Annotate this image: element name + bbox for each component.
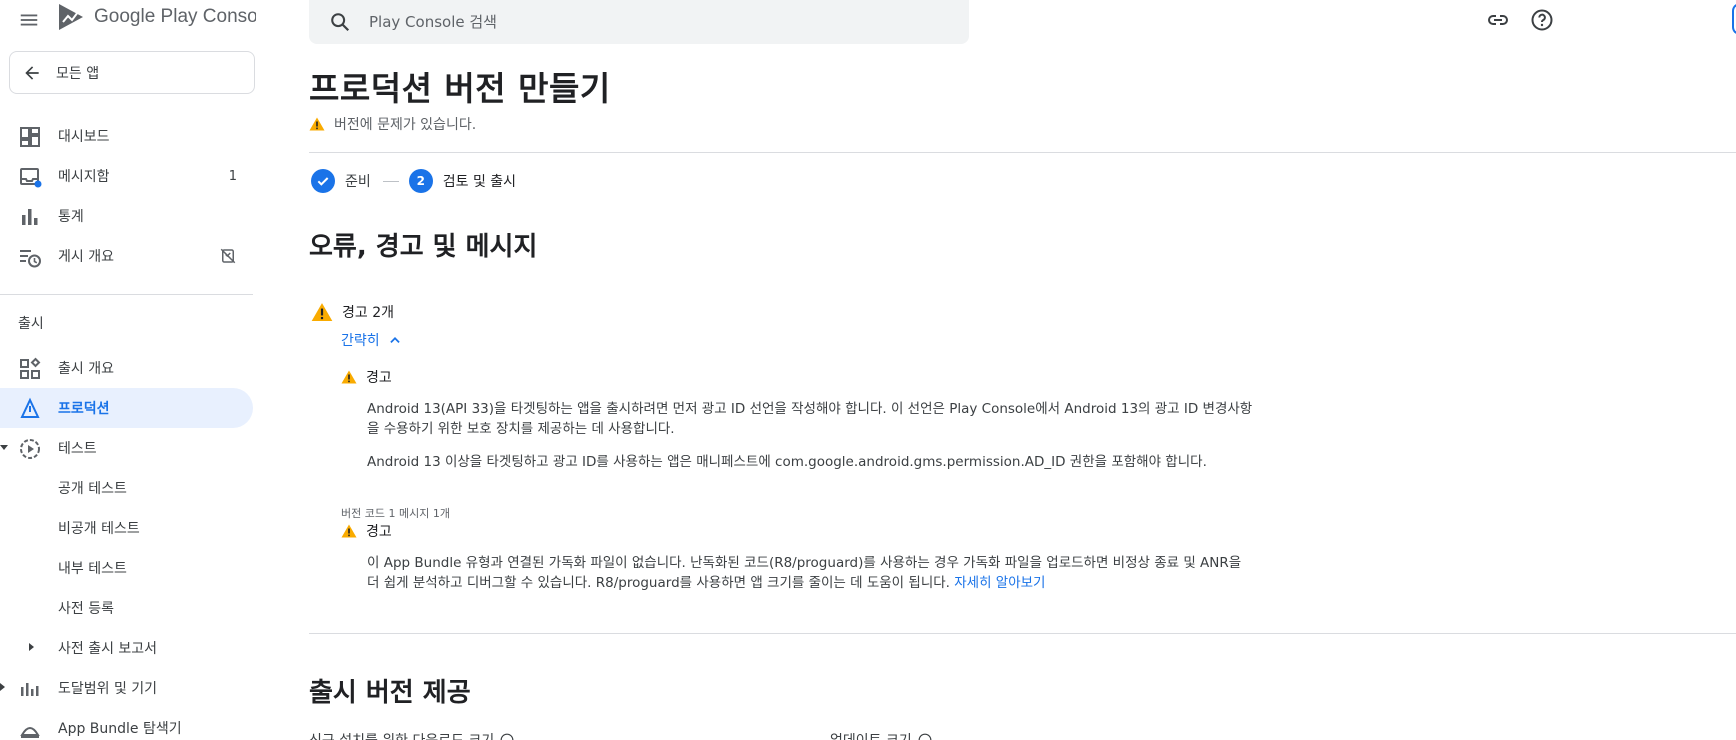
warning-icon	[309, 117, 325, 131]
warning-icon	[311, 303, 333, 321]
dashboard-icon	[20, 127, 40, 147]
sidebar-item-reach-and-devices[interactable]: 도달범위 및 기기	[0, 668, 253, 708]
warning-2-body: 이 App Bundle 유형과 연결된 가독화 파일이 없습니다. 난독화된 …	[367, 555, 1242, 591]
search-input[interactable]	[369, 13, 909, 31]
schedule-list-icon	[20, 250, 41, 268]
reach-devices-icon	[21, 683, 39, 696]
sidebar-item-testing[interactable]: 테스트	[0, 428, 253, 468]
sidebar-item-label: 출시 개요	[58, 361, 114, 377]
warning-1-paragraph-1: Android 13(API 33)을 타겟팅하는 앱을 출시하려면 먼저 광고…	[367, 401, 1253, 437]
sidebar-item-dashboard[interactable]: 대시보드	[0, 116, 253, 156]
warning-2-title: 경고	[366, 524, 392, 540]
sidebar-item-publishing-overview[interactable]: 게시 개요	[0, 236, 253, 276]
warning-1-paragraph-2: Android 13 이상을 타겟팅하고 광고 ID를 사용하는 앱은 매니페스…	[367, 454, 1207, 470]
menu-icon[interactable]	[18, 9, 40, 31]
sidebar-item-label: 내부 테스트	[58, 561, 127, 577]
step-1-done[interactable]	[311, 169, 335, 193]
play-console-app: Google Play Console 모든 앱 대시보드 메시지함 1 통계 …	[0, 0, 1736, 740]
page-title: 프로덕션 버전 만들기	[309, 69, 611, 108]
managed-publishing-off-icon[interactable]	[219, 247, 237, 265]
download-size-label: 신규 설치를 위한 다운로드 크기	[309, 730, 514, 740]
section-divider	[309, 633, 1736, 634]
link-icon[interactable]	[1486, 8, 1510, 32]
all-apps-label: 모든 앱	[56, 65, 100, 82]
inbox-icon	[20, 168, 42, 188]
sidebar-item-release-overview[interactable]: 출시 개요	[0, 348, 253, 388]
warnings-summary: 경고 2개	[311, 302, 394, 322]
delivery-section-title: 출시 버전 제공	[309, 678, 471, 708]
warning-2-text: 이 App Bundle 유형과 연결된 가독화 파일이 없습니다. 난독화된 …	[367, 553, 1257, 593]
collapse-label: 간략히	[341, 333, 380, 349]
sidebar-item-label: 비공개 테스트	[58, 521, 140, 537]
sidebar-item-open-testing[interactable]: 공개 테스트	[0, 468, 253, 508]
help-icon[interactable]	[918, 733, 932, 740]
warning-2-header: 경고	[341, 521, 392, 541]
release-overview-icon	[20, 357, 41, 379]
sidebar-item-label: 공개 테스트	[58, 481, 127, 497]
brand-name: Google Play Console	[94, 6, 256, 27]
download-size-text: 신규 설치를 위한 다운로드 크기	[309, 730, 494, 740]
arrow-back-icon	[25, 65, 39, 80]
search-icon	[331, 13, 350, 32]
sidebar-item-label: 사전 출시 보고서	[58, 641, 158, 657]
warning-icon	[341, 370, 357, 384]
bar-chart-icon	[22, 209, 38, 225]
sidebar-item-label: 통계	[58, 209, 84, 225]
search-bar[interactable]	[309, 0, 969, 44]
caret-down-icon[interactable]	[0, 442, 10, 452]
sidebar-item-label: 도달범위 및 기기	[58, 681, 158, 697]
sidebar: Google Play Console 모든 앱 대시보드 메시지함 1 통계 …	[0, 0, 256, 740]
sidebar-item-internal-testing[interactable]: 내부 테스트	[0, 548, 253, 588]
step-2-label[interactable]: 검토 및 출시	[443, 171, 516, 191]
sidebar-item-label: 게시 개요	[58, 249, 114, 265]
step-connector	[382, 180, 399, 182]
all-apps-button[interactable]: 모든 앱	[9, 51, 255, 94]
sidebar-item-inbox[interactable]: 메시지함 1	[0, 156, 253, 196]
sidebar-item-production[interactable]: 프로덕션	[0, 388, 253, 428]
sidebar-item-label: App Bundle 탐색기	[58, 721, 182, 737]
sidebar-item-closed-testing[interactable]: 비공개 테스트	[0, 508, 253, 548]
collapse-toggle[interactable]: 간략히	[341, 330, 402, 350]
check-icon	[317, 177, 329, 186]
learn-more-link[interactable]: 자세히 알아보기	[954, 575, 1045, 591]
sidebar-item-statistics[interactable]: 통계	[0, 196, 253, 236]
inbox-count-badge: 1	[228, 168, 237, 184]
sidebar-item-label: 테스트	[58, 441, 97, 457]
testing-play-icon	[20, 439, 40, 459]
sidebar-section-release: 출시	[18, 316, 44, 332]
sidebar-item-label: 사전 등록	[58, 601, 114, 617]
production-flask-icon	[20, 397, 40, 418]
sidebar-item-label: 메시지함	[58, 169, 110, 185]
app-bundle-icon	[20, 727, 40, 738]
sidebar-item-pre-registration[interactable]: 사전 등록	[0, 588, 253, 628]
header-divider	[309, 152, 1736, 153]
play-console-logo-icon[interactable]	[57, 2, 85, 32]
sidebar-divider	[0, 294, 253, 295]
help-icon[interactable]	[500, 733, 514, 740]
sidebar-item-label: 프로덕션	[58, 401, 110, 417]
warning-icon	[341, 524, 357, 538]
errors-section-title: 오류, 경고 및 메시지	[309, 232, 538, 262]
release-status-text: 버전에 문제가 있습니다.	[334, 117, 477, 133]
warning-1-header: 경고	[341, 367, 392, 387]
account-avatar[interactable]	[1732, 3, 1736, 35]
main-content: 프로덕션 버전 만들기 버전에 문제가 있습니다. 준비 2 검토 및 출시 오…	[256, 0, 1736, 740]
sidebar-item-pre-launch-report[interactable]: 사전 출시 보고서	[0, 628, 253, 668]
chevron-up-icon	[389, 337, 400, 343]
sidebar-item-label: 대시보드	[58, 129, 110, 145]
help-icon[interactable]	[1530, 8, 1554, 32]
update-size-text: 업데이트 크기	[830, 730, 912, 740]
brand-header: Google Play Console	[0, 0, 256, 40]
update-size-label: 업데이트 크기	[830, 730, 932, 740]
step-1-label[interactable]: 준비	[345, 171, 371, 191]
version-code-meta: 버전 코드 1 메시지 1개	[341, 507, 450, 520]
step-2-current[interactable]: 2	[408, 169, 433, 193]
caret-right-icon[interactable]	[26, 642, 36, 652]
caret-right-icon[interactable]	[0, 682, 10, 692]
warnings-count-text: 경고 2개	[342, 305, 394, 321]
warning-1-title: 경고	[366, 370, 392, 386]
release-status: 버전에 문제가 있습니다.	[309, 114, 476, 134]
release-stepper: 준비 2 검토 및 출시	[311, 169, 516, 193]
sidebar-item-app-bundle-explorer[interactable]: App Bundle 탐색기	[0, 708, 253, 740]
